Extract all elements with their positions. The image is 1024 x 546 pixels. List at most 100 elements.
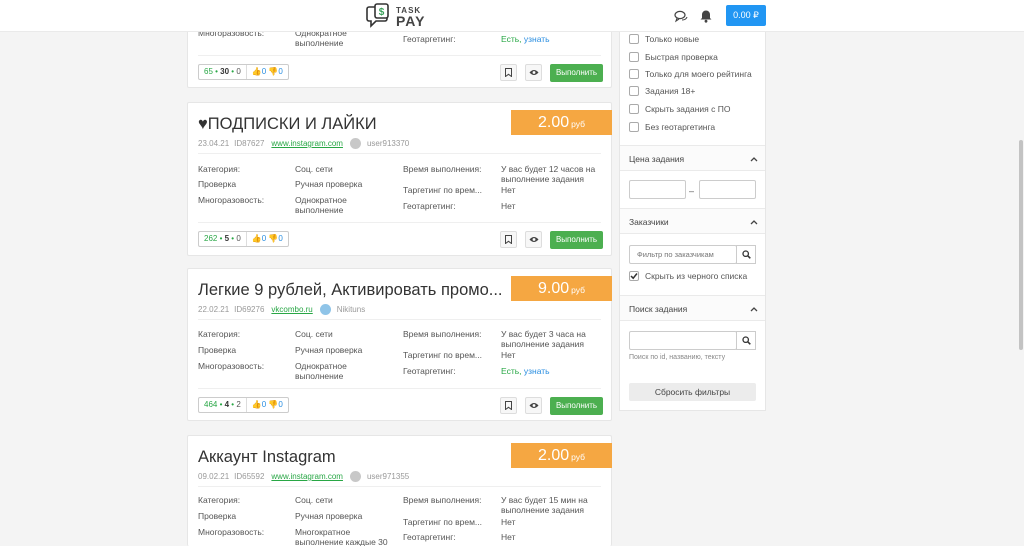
stats-rejected: 2 <box>236 400 241 409</box>
filter-only-new[interactable]: Только новые <box>629 34 699 44</box>
execute-button[interactable]: Выполнить <box>550 64 603 82</box>
task-search-input[interactable] <box>629 331 737 350</box>
time-value: У вас будет 15 мин на выполнение задания <box>501 495 588 515</box>
geo-label: Геотаргетинг: <box>403 532 456 542</box>
execute-button[interactable]: Выполнить <box>550 397 603 415</box>
check-label: Проверка <box>198 345 237 355</box>
price-amount: 9.00 <box>538 280 570 297</box>
checkbox[interactable] <box>629 104 639 114</box>
check-value: Ручная проверка <box>295 179 363 189</box>
stats-rejected: 0 <box>236 67 241 76</box>
geo-label: Геотаргетинг: <box>403 201 456 211</box>
task-title[interactable]: Аккаунт Instagram <box>198 448 336 467</box>
header: $ TASK PAY 0.00 ₽ <box>0 0 1024 32</box>
stats-completed: 65 <box>204 67 213 76</box>
geo-learn-link[interactable]: узнать <box>524 366 550 376</box>
rating-stats[interactable]: 👍0 👎0 <box>247 232 288 246</box>
task-title[interactable]: Легкие 9 рублей, Активировать промо... <box>198 281 503 300</box>
category-value: Соц. сети <box>295 495 333 505</box>
stats-pending: 4 <box>224 400 230 409</box>
filter-hide-software[interactable]: Скрыть задания с ПО <box>629 104 730 114</box>
category-label: Категория: <box>198 329 241 339</box>
stats-completed: 464 <box>204 400 218 409</box>
bookmark-button[interactable] <box>500 231 517 248</box>
task-title[interactable]: ♥ПОДПИСКИ И ЛАЙКИ <box>198 115 377 134</box>
task-id: ID69276 <box>234 305 265 314</box>
checkbox[interactable] <box>629 69 639 79</box>
divider <box>198 486 601 487</box>
bookmark-button[interactable] <box>500 397 517 414</box>
rating-stats[interactable]: 👍0 👎0 <box>247 65 288 79</box>
execute-button[interactable]: Выполнить <box>550 231 603 249</box>
price-from-input[interactable] <box>629 180 686 199</box>
search-section-header[interactable]: Поиск задания <box>620 295 765 321</box>
task-link[interactable]: www.instagram.com <box>271 472 343 481</box>
time-label: Время выполнения: <box>403 164 482 174</box>
price-to-input[interactable] <box>699 180 756 199</box>
bookmark-icon <box>505 235 512 244</box>
view-button[interactable] <box>525 231 542 248</box>
filter-adult[interactable]: Задания 18+ <box>629 86 695 96</box>
logo-text: TASK PAY <box>396 6 425 28</box>
filter-no-geo[interactable]: Без геотаргетинга <box>629 122 715 132</box>
task-user[interactable]: user913370 <box>367 139 409 148</box>
filter-hide-blacklist[interactable]: Скрыть из черного списка <box>629 271 747 281</box>
check-label: Проверка <box>198 511 237 521</box>
chat-bubbles-icon[interactable] <box>674 9 688 23</box>
balance-button[interactable]: 0.00 ₽ <box>726 5 766 26</box>
time-targeting-value: Нет <box>501 350 516 360</box>
repeat-label: Многоразовость: <box>198 195 265 205</box>
time-value: У вас будет 3 часа на выполнение задания <box>501 329 586 349</box>
checkbox[interactable] <box>629 86 639 96</box>
task-search-button[interactable] <box>736 331 756 350</box>
bell-icon[interactable] <box>699 9 713 23</box>
bookmark-icon <box>505 68 512 77</box>
bookmark-button[interactable] <box>500 64 517 81</box>
task-user[interactable]: Nikituns <box>337 305 365 314</box>
price-section-header[interactable]: Цена задания <box>620 145 765 171</box>
category-value: Соц. сети <box>295 164 333 174</box>
checkbox[interactable] <box>629 122 639 132</box>
avatar[interactable] <box>319 304 331 315</box>
category-label: Категория: <box>198 164 241 174</box>
svg-text:$: $ <box>379 7 385 18</box>
eye-icon <box>529 70 538 75</box>
task-link[interactable]: vkcombo.ru <box>271 305 312 314</box>
reset-filters-button[interactable]: Сбросить фильтры <box>629 383 756 401</box>
check-value: Ручная проверка <box>295 345 363 355</box>
completion-stats: 262 • 5 • 0 <box>199 232 247 246</box>
avatar[interactable] <box>349 471 361 482</box>
filter-fast-check[interactable]: Быстрая проверка <box>629 52 718 62</box>
time-targeting-label: Таргетинг по врем... <box>403 185 483 195</box>
avatar[interactable] <box>349 138 361 149</box>
filter-my-rating[interactable]: Только для моего рейтинга <box>629 69 752 79</box>
likes-count: 0 <box>261 234 267 243</box>
task-price: 2.00 руб <box>511 110 612 135</box>
logo[interactable]: $ TASK PAY <box>366 3 425 29</box>
task-link[interactable]: www.instagram.com <box>271 139 343 148</box>
customers-section-header[interactable]: Заказчики <box>620 208 765 234</box>
geo-value[interactable]: Есть, узнать <box>501 366 550 376</box>
checkbox-label: Задания 18+ <box>645 86 696 96</box>
geo-learn-link[interactable]: узнать <box>524 34 550 44</box>
dollar-chat-icon: $ <box>366 3 389 28</box>
price-amount: 2.00 <box>538 114 570 131</box>
time-targeting-value: Нет <box>501 185 516 195</box>
checkbox-label: Только новые <box>645 34 700 44</box>
geo-value[interactable]: Есть, узнать <box>501 34 550 44</box>
scrollbar-thumb[interactable] <box>1019 140 1023 350</box>
checkbox[interactable] <box>629 34 639 44</box>
rating-stats[interactable]: 👍0 👎0 <box>247 398 288 412</box>
geo-has: Есть, <box>501 34 522 44</box>
view-button[interactable] <box>525 397 542 414</box>
scrollbar[interactable] <box>1018 0 1024 546</box>
likes-count: 0 <box>261 67 267 76</box>
category-value: Соц. сети <box>295 329 333 339</box>
divider <box>198 319 601 320</box>
task-user[interactable]: user971355 <box>367 472 409 481</box>
view-button[interactable] <box>525 64 542 81</box>
checkbox[interactable] <box>629 52 639 62</box>
customers-filter-input[interactable] <box>629 245 737 264</box>
checkbox-checked[interactable] <box>629 271 639 281</box>
customers-search-button[interactable] <box>736 245 756 264</box>
